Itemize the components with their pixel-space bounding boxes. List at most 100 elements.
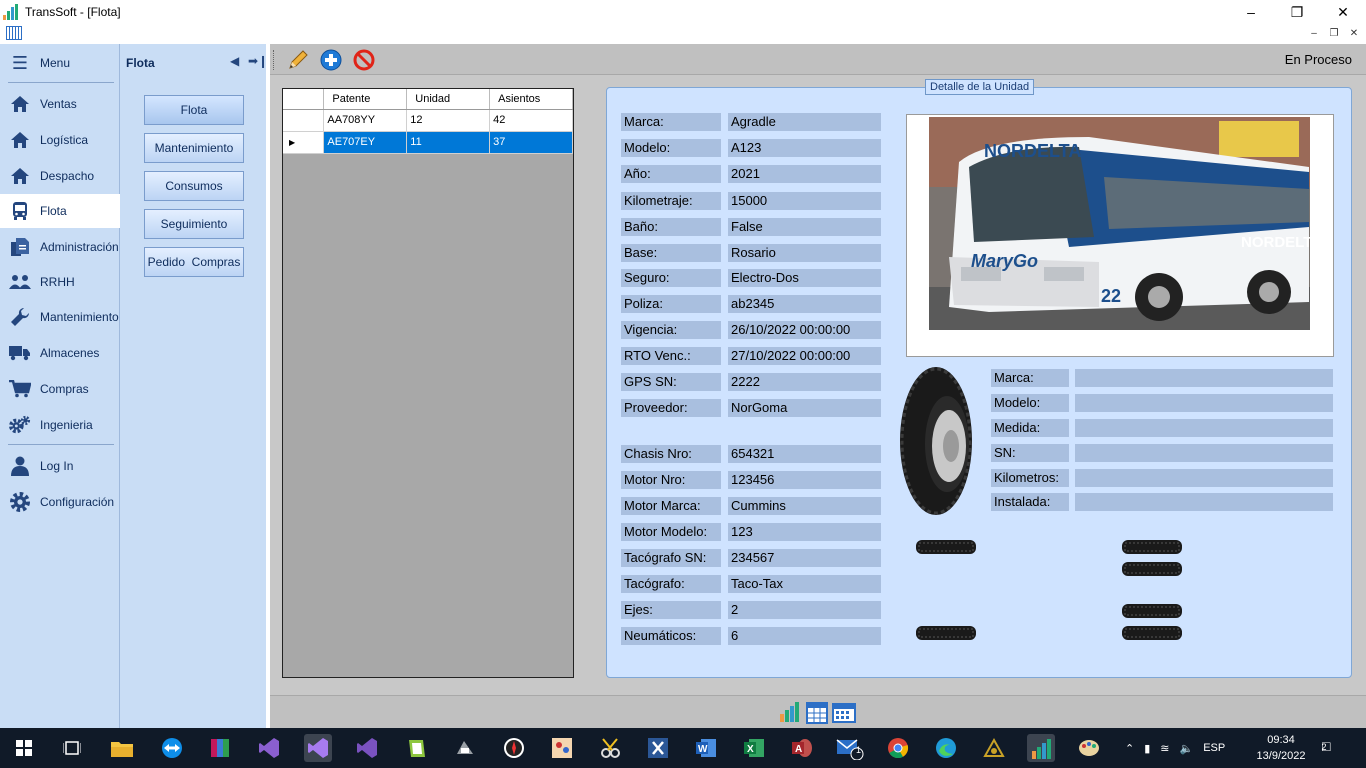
sidebar-item-despacho[interactable]: Despacho (0, 159, 120, 193)
compass-icon[interactable] (500, 734, 528, 762)
field-label: Proveedor: (621, 399, 721, 417)
cell-unidad[interactable]: 11 (406, 131, 491, 154)
mail-icon[interactable]: 1 (836, 734, 864, 762)
mdi-restore-button[interactable]: ❐ (1326, 26, 1342, 40)
mdi-minimize-button[interactable]: – (1306, 26, 1322, 40)
field-value: 123 (728, 523, 881, 541)
app-tools-icon[interactable] (451, 734, 479, 762)
mdi-close-button[interactable]: ✕ (1346, 26, 1362, 40)
sidebar-item-compras[interactable]: Compras (0, 372, 120, 406)
sidebar-item-ingenieria[interactable]: Ingenieria (0, 408, 120, 442)
file-explorer-icon[interactable] (108, 734, 136, 762)
table-row[interactable]: AA708YY 12 42 (283, 109, 573, 132)
field-value (1075, 419, 1333, 437)
snipping-tool-icon[interactable] (596, 734, 624, 762)
tire-position-rear-right[interactable] (1122, 604, 1182, 618)
battery-icon[interactable]: ▮ (1144, 742, 1150, 755)
sidebar-item-almacenes[interactable]: Almacenes (0, 336, 120, 370)
notepadpp-icon[interactable] (402, 734, 430, 762)
sidebar-item-logistica[interactable]: Logística (0, 123, 120, 157)
field-poliza: Poliza: ab2345 (621, 295, 881, 313)
visual-studio-icon[interactable] (255, 734, 283, 762)
excel-icon[interactable]: X (740, 734, 768, 762)
field-label: Medida: (991, 419, 1069, 437)
sidebar-item-rrhh[interactable]: RRHH (0, 265, 120, 299)
edge-icon[interactable] (932, 734, 960, 762)
cancel-icon[interactable] (353, 49, 375, 71)
chevron-up-icon[interactable]: ⌃ (1125, 742, 1134, 755)
clock[interactable]: 09:34 13/9/2022 (1253, 732, 1309, 764)
cell-asientos[interactable]: 37 (489, 131, 573, 154)
close-button[interactable]: ✕ (1320, 0, 1366, 24)
hamburger-icon: ☰ (11, 52, 29, 73)
paint-app-icon[interactable] (548, 734, 576, 762)
submenu-seguimiento-button[interactable]: Seguimiento (144, 209, 244, 239)
column-header-unidad[interactable]: Unidad (406, 89, 491, 110)
pin-panel-icon[interactable]: ➡❙ (248, 54, 268, 68)
add-icon[interactable] (320, 49, 342, 71)
teamviewer-icon[interactable] (158, 734, 186, 762)
visual-studio-2-icon[interactable] (353, 734, 381, 762)
field-value: ab2345 (728, 295, 881, 313)
winrar-icon[interactable] (206, 734, 234, 762)
chart-icon[interactable] (778, 700, 802, 727)
access-icon[interactable]: A (788, 734, 816, 762)
transsoft-app-icon[interactable] (1027, 734, 1055, 762)
edit-pencil-icon[interactable] (287, 49, 309, 71)
notification-count: 2 (1321, 742, 1327, 752)
wifi-icon[interactable]: ≊ (1160, 742, 1169, 755)
x-app-icon[interactable] (644, 734, 672, 762)
bus-brand-text: NORDELTA (984, 141, 1081, 161)
field-banio: Baño: False (621, 218, 881, 236)
submenu-pedido-compras-button[interactable]: Pedido Compras (144, 247, 244, 277)
calendar-icon[interactable] (6, 26, 22, 40)
language-indicator[interactable]: ESP (1203, 742, 1225, 754)
sidebar-item-menu[interactable]: ☰ Menu (0, 46, 120, 80)
sidebar-item-mantenimiento[interactable]: Mantenimiento (0, 300, 120, 334)
field-value: NorGoma (728, 399, 881, 417)
word-icon[interactable]: W (692, 734, 720, 762)
speaker-icon[interactable]: 🔈 (1180, 742, 1194, 755)
field-label: Tacógrafo SN: (621, 549, 721, 567)
visual-studio-active-icon[interactable] (304, 734, 332, 762)
sidebar-item-configuracion[interactable]: Configuración (0, 485, 120, 519)
sidebar-item-label: Logística (40, 133, 89, 147)
sidebar-item-login[interactable]: Log In (0, 449, 120, 483)
cell-patente[interactable]: AA708YY (323, 109, 408, 132)
row-header[interactable] (283, 109, 325, 132)
tire-position-front-right-2[interactable] (1122, 562, 1182, 576)
column-header-patente[interactable]: Patente (323, 89, 408, 110)
chrome-icon[interactable] (884, 734, 912, 762)
field-label: Vigencia: (621, 321, 721, 339)
cell-patente[interactable]: AE707EY (323, 131, 408, 154)
minimize-button[interactable]: – (1228, 0, 1274, 24)
paint-palette-icon[interactable] (1075, 734, 1103, 762)
spreadsheet-icon[interactable] (806, 700, 828, 727)
sidebar-item-ventas[interactable]: Ventas (0, 87, 120, 121)
sidebar-item-administracion[interactable]: Administración (0, 230, 120, 264)
tire-position-rear-right-2[interactable] (1122, 626, 1182, 640)
calendar-icon[interactable] (832, 700, 856, 727)
submenu-consumos-button[interactable]: Consumos (144, 171, 244, 201)
sidebar-item-flota[interactable]: Flota (0, 194, 120, 228)
task-view-icon[interactable] (58, 734, 86, 762)
dev-tool-icon[interactable] (980, 734, 1008, 762)
submenu-flota-button[interactable]: Flota (144, 95, 244, 125)
maximize-button[interactable]: ❐ (1274, 0, 1320, 24)
cell-asientos[interactable]: 42 (489, 109, 573, 132)
notification-icon[interactable]: □2 (1321, 738, 1335, 754)
row-header[interactable]: ▶ (283, 131, 325, 154)
field-label: GPS SN: (621, 373, 721, 391)
tire-position-front-left[interactable] (916, 540, 976, 554)
units-grid[interactable]: Patente Unidad Asientos AA708YY 12 42 ▶ … (282, 88, 574, 678)
field-motor-nro: Motor Nro: 123456 (621, 471, 881, 489)
column-header-asientos[interactable]: Asientos (489, 89, 573, 110)
collapse-left-icon[interactable]: ◀ (230, 54, 239, 68)
tire-position-rear-left[interactable] (916, 626, 976, 640)
table-row[interactable]: ▶ AE707EY 11 37 (283, 131, 573, 154)
cell-unidad[interactable]: 12 (406, 109, 491, 132)
tire-position-front-right[interactable] (1122, 540, 1182, 554)
submenu-mantenimiento-button[interactable]: Mantenimiento (144, 133, 244, 163)
sidebar-item-label: Compras (40, 382, 89, 396)
windows-start-icon[interactable] (10, 734, 38, 762)
